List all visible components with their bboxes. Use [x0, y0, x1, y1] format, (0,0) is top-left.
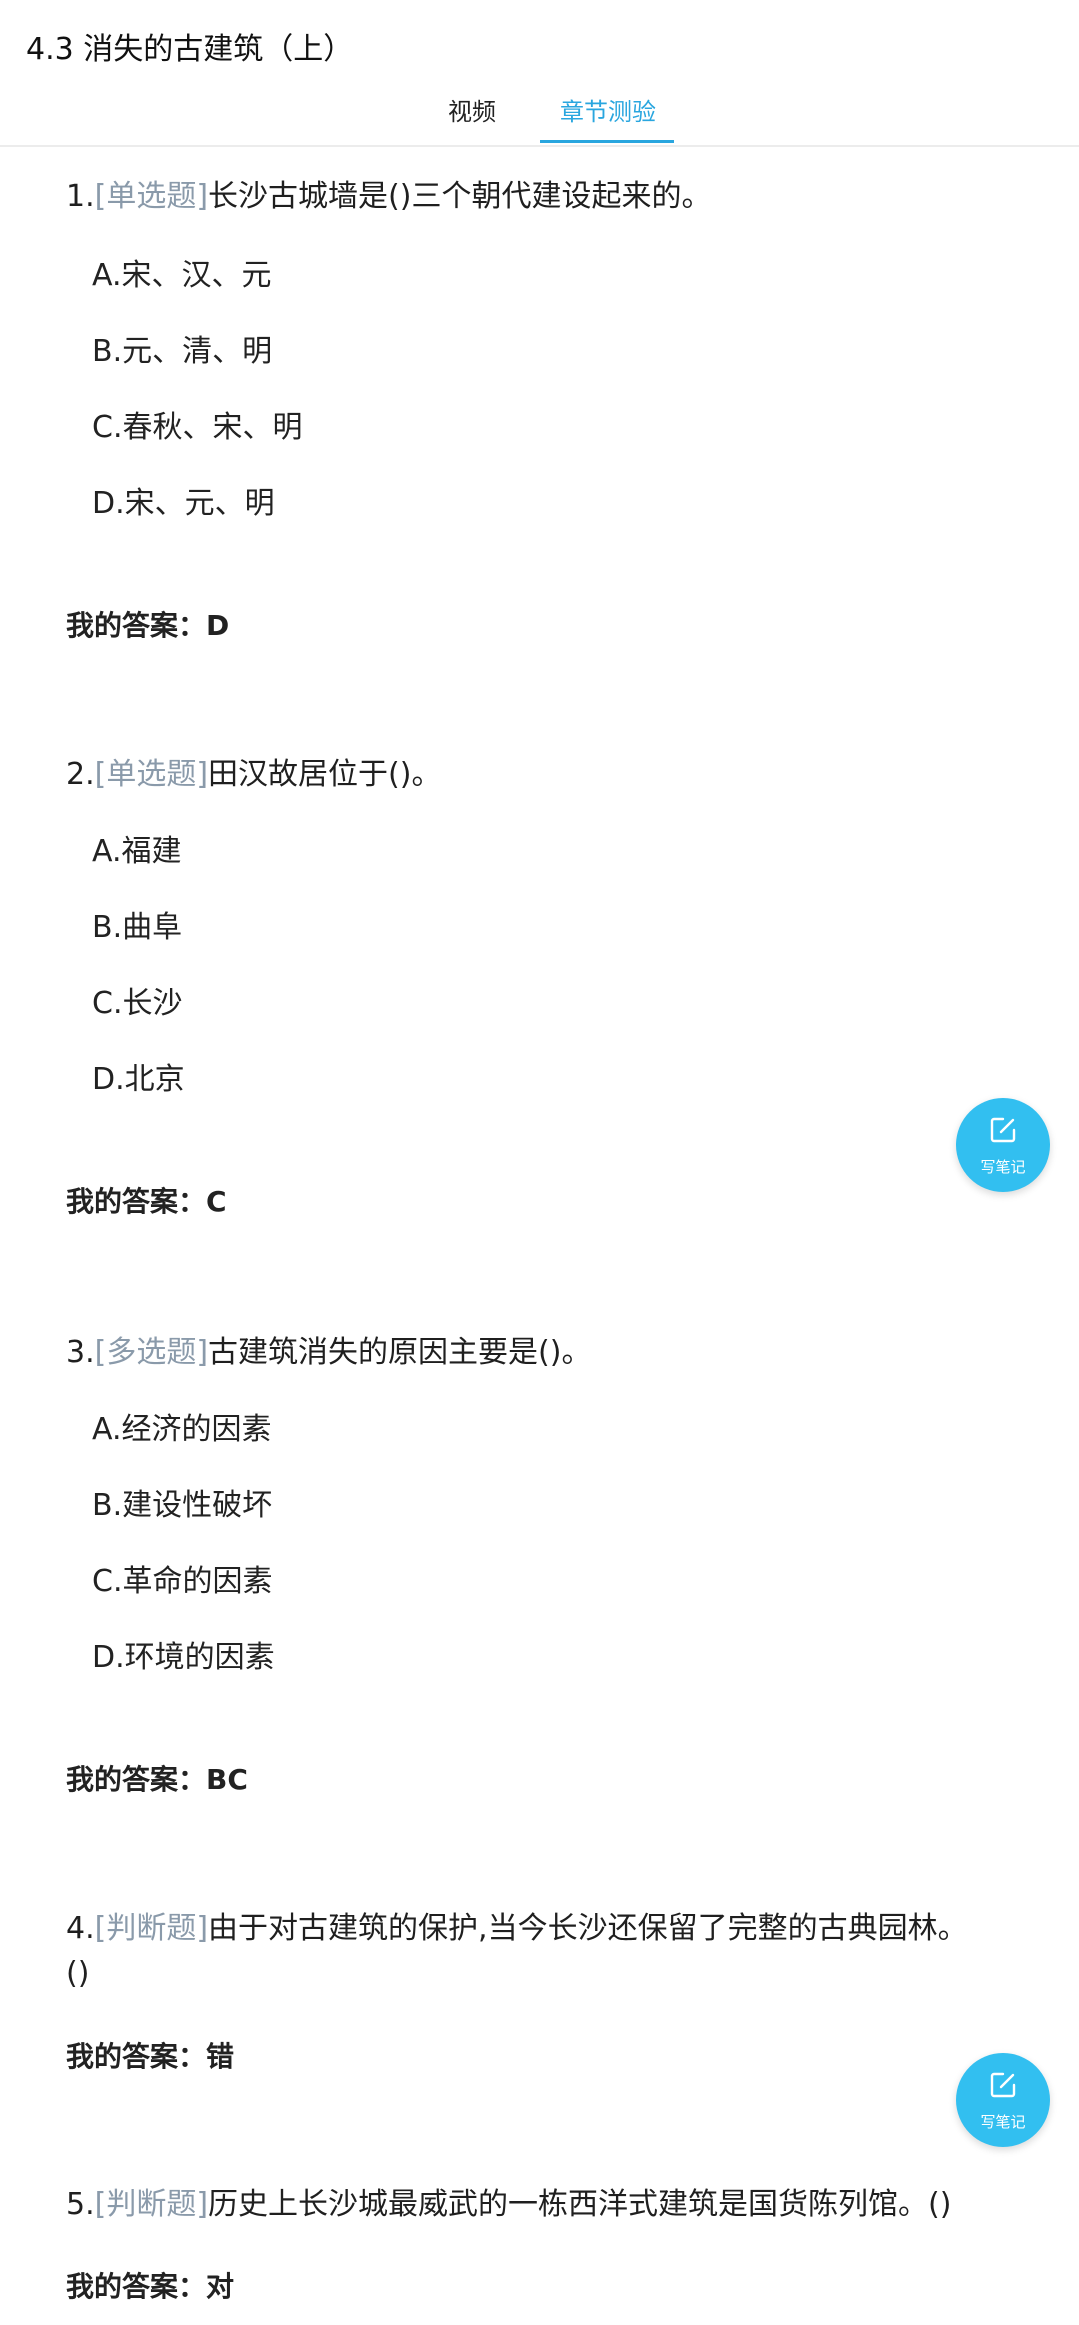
my-answer: 我的答案：D	[66, 609, 230, 642]
question-type-tag: [判断题]	[94, 2187, 209, 2222]
write-note-button[interactable]: 写笔记	[956, 1098, 1050, 1192]
question-number: 5.	[66, 2187, 95, 2222]
question-4: 4.[判断题]由于对古建筑的保护,当今长沙还保留了完整的古典园林。()	[66, 1906, 986, 1996]
question-type-tag: [判断题]	[94, 1911, 209, 1946]
question-type-tag: [单选题]	[94, 179, 209, 214]
question-number: 1.	[66, 179, 95, 214]
option-d[interactable]: D.环境的因素	[92, 1632, 275, 1676]
option-d[interactable]: D.北京	[92, 1054, 185, 1098]
question-2: 2.[单选题]田汉故居位于()。	[66, 752, 986, 797]
option-d[interactable]: D.宋、元、明	[92, 478, 275, 522]
question-text: 历史上长沙城最威武的一栋西洋式建筑是国货陈列馆。()	[208, 2187, 952, 2222]
option-b[interactable]: B.建设性破坏	[92, 1480, 272, 1524]
active-tab-indicator	[540, 140, 674, 143]
edit-note-icon	[990, 2072, 1016, 2098]
question-text: 古建筑消失的原因主要是()。	[208, 1335, 592, 1370]
question-number: 2.	[66, 757, 95, 792]
option-a[interactable]: A.经济的因素	[92, 1404, 272, 1448]
tab-chapter-quiz[interactable]: 章节测验	[560, 92, 656, 127]
question-5: 5.[判断题]历史上长沙城最威武的一栋西洋式建筑是国货陈列馆。()	[66, 2182, 986, 2227]
question-type-tag: [多选题]	[94, 1335, 209, 1370]
question-number: 3.	[66, 1335, 95, 1370]
option-b[interactable]: B.曲阜	[92, 902, 182, 946]
question-number: 4.	[66, 1911, 95, 1946]
option-b[interactable]: B.元、清、明	[92, 326, 272, 370]
edit-note-icon	[990, 1117, 1016, 1143]
option-a[interactable]: A.宋、汉、元	[92, 250, 272, 294]
option-a[interactable]: A.福建	[92, 826, 182, 870]
question-text: 长沙古城墙是()三个朝代建设起来的。	[208, 179, 712, 214]
my-answer: 我的答案：错	[66, 2040, 235, 2073]
my-answer: 我的答案：BC	[66, 1763, 248, 1796]
header: 4.3 消失的古建筑（上） 视频 章节测验	[0, 0, 1079, 147]
page-title: 4.3 消失的古建筑（上）	[26, 32, 354, 67]
my-answer: 我的答案：对	[66, 2270, 235, 2303]
option-c[interactable]: C.春秋、宋、明	[92, 402, 302, 446]
write-note-label: 写笔记	[980, 2113, 1026, 2131]
question-type-tag: [单选题]	[94, 757, 209, 792]
option-c[interactable]: C.革命的因素	[92, 1556, 272, 1600]
my-answer: 我的答案：C	[66, 1185, 227, 1218]
option-c[interactable]: C.长沙	[92, 978, 182, 1022]
write-note-label: 写笔记	[980, 1158, 1026, 1176]
question-3: 3.[多选题]古建筑消失的原因主要是()。	[66, 1330, 986, 1375]
question-1: 1.[单选题]长沙古城墙是()三个朝代建设起来的。	[66, 174, 986, 219]
question-text: 田汉故居位于()。	[208, 757, 442, 792]
write-note-button[interactable]: 写笔记	[956, 2053, 1050, 2147]
tab-video[interactable]: 视频	[448, 92, 496, 127]
